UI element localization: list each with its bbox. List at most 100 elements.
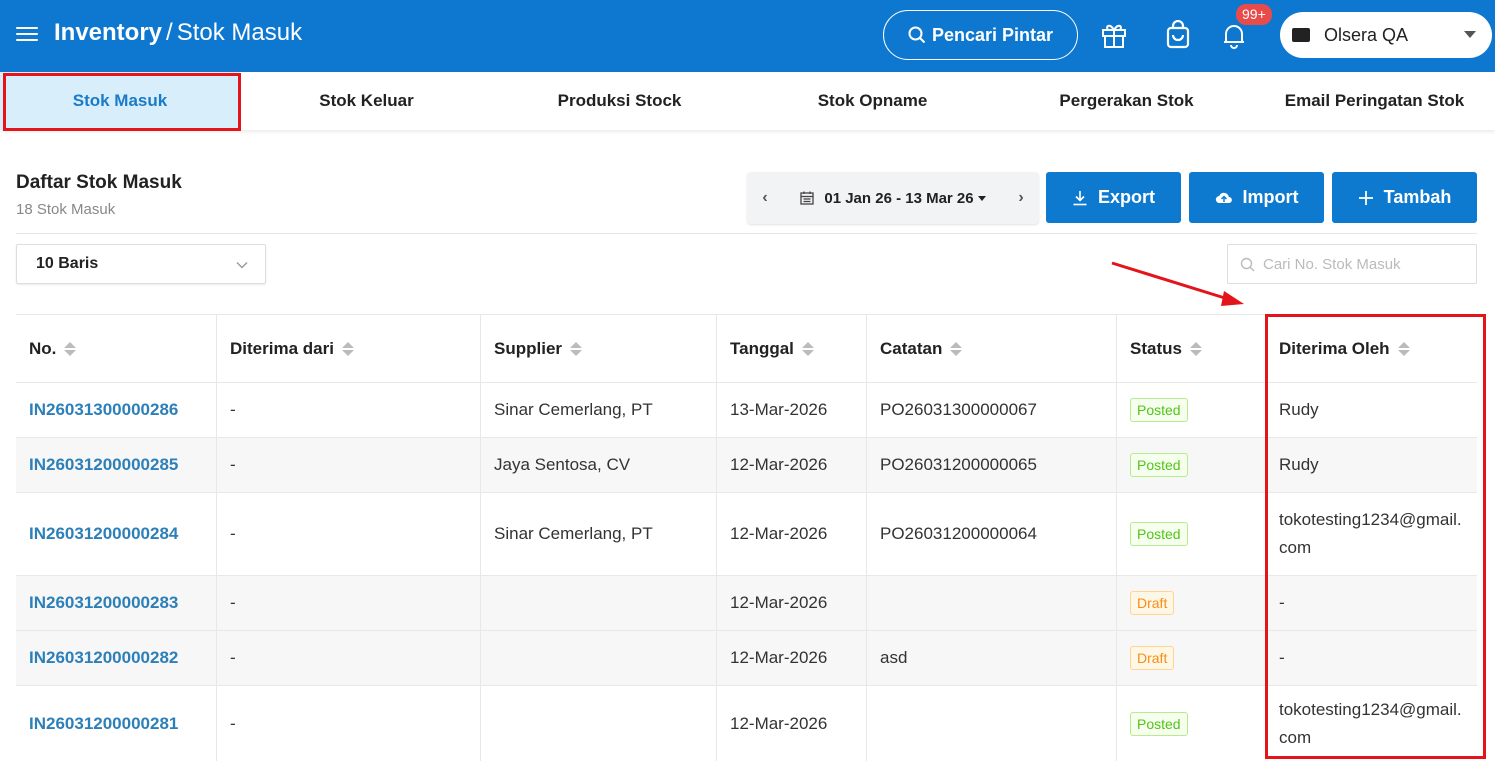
- cell-received-from: -: [217, 383, 481, 437]
- next-range-icon[interactable]: ›: [1003, 189, 1039, 207]
- tab-email-peringatan-stok[interactable]: Email Peringatan Stok: [1254, 72, 1495, 130]
- store-selector[interactable]: Olsera QA: [1280, 12, 1492, 58]
- rows-per-page-select[interactable]: 10 Baris: [16, 244, 266, 284]
- cell-notes: [867, 686, 1117, 761]
- cell-supplier: [481, 576, 717, 630]
- stock-in-number-link[interactable]: IN26031200000283: [29, 593, 178, 613]
- table-row[interactable]: IN26031200000285 - Jaya Sentosa, CV 12-M…: [16, 438, 1477, 493]
- tab-stok-opname[interactable]: Stok Opname: [746, 72, 999, 130]
- column-header-notes[interactable]: Catatan: [867, 315, 1117, 382]
- cell-date: 12-Mar-2026: [717, 686, 867, 761]
- sort-icon[interactable]: [1189, 341, 1202, 356]
- rows-per-page-value: 10 Baris: [36, 255, 99, 272]
- cell-received-from: -: [217, 631, 481, 685]
- sort-icon[interactable]: [801, 341, 814, 356]
- breadcrumb-section[interactable]: Inventory: [54, 19, 162, 46]
- cell-status: Posted: [1117, 438, 1266, 492]
- cell-no: IN26031200000283: [16, 576, 217, 630]
- sort-icon[interactable]: [64, 341, 77, 356]
- table-row[interactable]: IN26031200000283 - 12-Mar-2026 Draft -: [16, 576, 1477, 631]
- tab-stok-keluar[interactable]: Stok Keluar: [240, 72, 493, 130]
- table-row[interactable]: IN26031200000284 - Sinar Cemerlang, PT 1…: [16, 493, 1477, 576]
- column-header-no[interactable]: No.: [16, 315, 217, 382]
- date-range-label: 01 Jan 26 - 13 Mar 26: [824, 189, 974, 207]
- status-badge: Posted: [1130, 711, 1188, 736]
- page-title: Daftar Stok Masuk: [16, 172, 182, 193]
- cell-supplier: Sinar Cemerlang, PT: [481, 493, 717, 575]
- table-row[interactable]: IN26031200000281 - 12-Mar-2026 Posted to…: [16, 686, 1477, 761]
- breadcrumb-page: Stok Masuk: [176, 19, 303, 46]
- stock-in-number-link[interactable]: IN26031200000284: [29, 524, 178, 544]
- cell-date: 12-Mar-2026: [717, 576, 867, 630]
- hamburger-menu-icon[interactable]: [16, 24, 38, 46]
- cell-supplier: [481, 631, 717, 685]
- cell-date: 12-Mar-2026: [717, 631, 867, 685]
- cell-notes: PO26031300000067: [867, 383, 1117, 437]
- stock-in-table: No. Diterima dari Supplier Tanggal Catat…: [16, 314, 1477, 761]
- sort-icon[interactable]: [570, 341, 583, 356]
- chevron-down-icon: [236, 262, 248, 269]
- status-badge: Posted: [1130, 453, 1188, 477]
- cell-date: 13-Mar-2026: [717, 383, 867, 437]
- stock-in-number-link[interactable]: IN26031300000286: [29, 400, 178, 420]
- export-button[interactable]: Export: [1046, 172, 1181, 223]
- add-label: Tambah: [1383, 187, 1452, 207]
- cell-date: 12-Mar-2026: [717, 438, 867, 492]
- cell-status: Draft: [1117, 631, 1266, 685]
- cell-no: IN26031200000281: [16, 686, 217, 761]
- divider: [16, 233, 1477, 234]
- cell-no: IN26031200000284: [16, 493, 217, 575]
- caret-down-icon: [977, 195, 986, 201]
- status-badge: Draft: [1130, 591, 1175, 615]
- search-icon: [908, 26, 926, 44]
- add-button[interactable]: Tambah: [1332, 172, 1477, 223]
- cell-received-from: -: [217, 493, 481, 575]
- tab-stok-masuk[interactable]: Stok Masuk: [0, 72, 240, 130]
- date-range-selector[interactable]: 01 Jan 26 - 13 Mar 26: [783, 190, 1003, 207]
- cell-received-from: -: [217, 438, 481, 492]
- smart-search-button[interactable]: Pencari Pintar: [883, 10, 1078, 60]
- column-header-received-from[interactable]: Diterima dari: [217, 315, 481, 382]
- stock-in-number-link[interactable]: IN26031200000285: [29, 455, 178, 475]
- cell-supplier: Jaya Sentosa, CV: [481, 438, 717, 492]
- breadcrumb-separator: /: [166, 19, 173, 46]
- sort-icon[interactable]: [1397, 341, 1410, 356]
- cell-received-from: -: [217, 686, 481, 761]
- cell-status: Posted: [1117, 383, 1266, 437]
- import-button[interactable]: Import: [1189, 172, 1324, 223]
- breadcrumb: Inventory / Stok Masuk: [54, 19, 302, 47]
- cell-supplier: Sinar Cemerlang, PT: [481, 383, 717, 437]
- sort-icon[interactable]: [950, 341, 963, 356]
- column-header-date[interactable]: Tanggal: [717, 315, 867, 382]
- table-row[interactable]: IN26031300000286 - Sinar Cemerlang, PT 1…: [16, 383, 1477, 438]
- tab-pergerakan-stok[interactable]: Pergerakan Stok: [999, 72, 1254, 130]
- top-header: Inventory / Stok Masuk Pencari Pintar 99+ …: [0, 0, 1495, 72]
- import-label: Import: [1242, 187, 1299, 207]
- cell-received-by: tokotesting1234@gmail.com: [1279, 510, 1462, 557]
- cell-notes: [867, 576, 1117, 630]
- cell-received-by: tokotesting1234@gmail.com: [1279, 699, 1462, 747]
- stock-in-number-link[interactable]: IN26031200000281: [29, 714, 178, 734]
- column-header-received-by[interactable]: Diterima Oleh: [1266, 315, 1477, 382]
- table-header-row: No. Diterima dari Supplier Tanggal Catat…: [16, 315, 1477, 383]
- cell-received-by: Rudy: [1279, 455, 1319, 474]
- stock-in-number-link[interactable]: IN26031200000282: [29, 648, 178, 668]
- tab-bar: Stok Masuk Stok Keluar Produksi Stock St…: [0, 72, 1495, 130]
- status-badge: Posted: [1130, 398, 1188, 422]
- status-badge: Posted: [1130, 522, 1188, 546]
- search-input[interactable]: [1263, 255, 1463, 273]
- column-header-status[interactable]: Status: [1117, 315, 1266, 382]
- cell-no: IN26031200000282: [16, 631, 217, 685]
- caret-down-icon: [1464, 31, 1476, 38]
- gift-icon[interactable]: [1097, 18, 1131, 52]
- shopping-bag-icon[interactable]: [1161, 18, 1195, 52]
- status-badge: Draft: [1130, 646, 1175, 670]
- table-row[interactable]: IN26031200000282 - 12-Mar-2026 asd Draft…: [16, 631, 1477, 686]
- cell-notes: asd: [867, 631, 1117, 685]
- sort-icon[interactable]: [341, 341, 354, 356]
- notification-badge: 99+: [1236, 4, 1272, 25]
- tab-produksi-stock[interactable]: Produksi Stock: [493, 72, 746, 130]
- column-header-supplier[interactable]: Supplier: [481, 315, 717, 382]
- previous-range-icon[interactable]: ‹: [747, 189, 783, 207]
- store-name: Olsera QA: [1324, 24, 1409, 45]
